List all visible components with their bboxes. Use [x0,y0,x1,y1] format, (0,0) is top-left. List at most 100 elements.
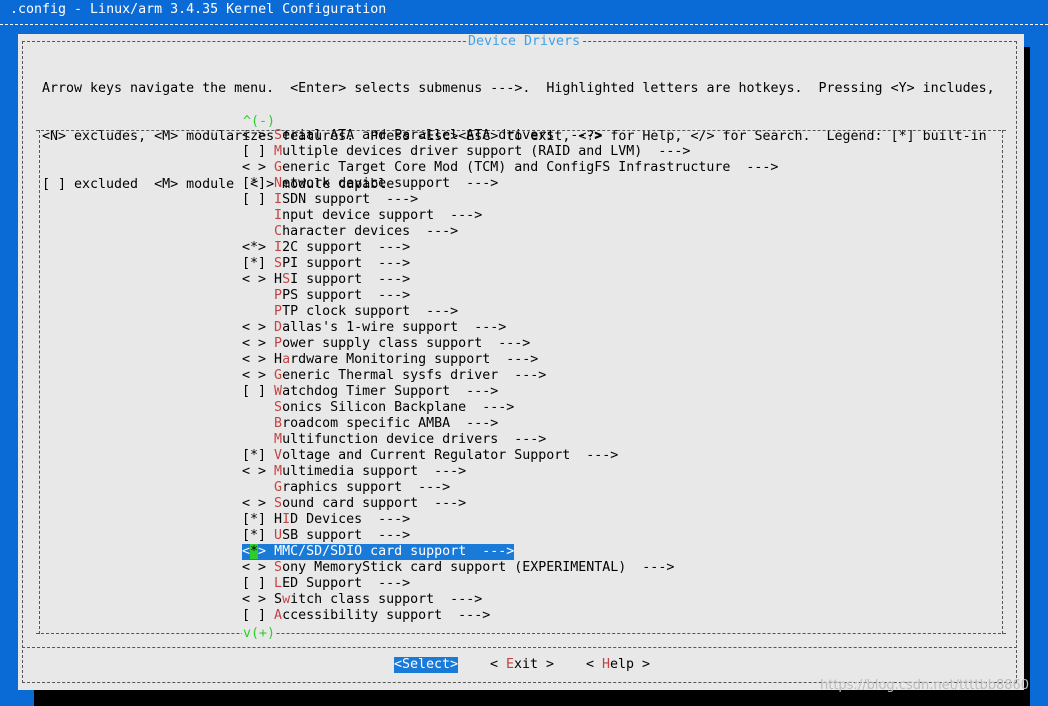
menu-item[interactable]: Input device support ---> [242,208,778,224]
menu-item[interactable]: [*] HID Devices ---> [242,512,778,528]
menu-item[interactable]: < > Generic Thermal sysfs driver ---> [242,368,778,384]
menu-item-hotkey: a [282,352,291,367]
menu-item-label: eneric Thermal sysfs driver ---> [282,368,547,383]
title-divider [0,24,1048,25]
select-button[interactable]: <Select> [394,657,459,673]
menu-item[interactable]: PPS support ---> [242,288,778,304]
menu-item[interactable]: PTP clock support ---> [242,304,778,320]
menu-item[interactable]: < > Sound card support ---> [242,496,778,512]
menu-item-hotkey: I [274,208,283,223]
button-label: xit > [514,657,555,672]
option-state-mark: [*] [242,176,267,191]
option-state-mark: < > [242,560,267,575]
option-state-mark: < > [242,320,267,335]
menu-item[interactable]: Graphics support ---> [242,480,778,496]
menu-item-hotkey: S [274,400,283,415]
option-state-mark: [ ] [242,144,267,159]
menu-item-hotkey: P [274,288,283,303]
menu-item-hotkey: M [274,544,283,559]
menu-item[interactable]: [*] USB support ---> [242,528,778,544]
menu-item[interactable]: < > Hardware Monitoring support ---> [242,352,778,368]
menu-item-hotkey: I [282,512,291,527]
menu-item-label: itch class support ---> [290,592,483,607]
button-hotkey: E [506,657,515,672]
menu-item-hotkey: S [274,496,283,511]
scroll-down-indicator[interactable]: v(+) [242,626,277,642]
menu-item-label: etwork device support ---> [282,176,499,191]
menu-item[interactable]: < > Generic Target Core Mod (TCM) and Co… [242,160,778,176]
option-state-mark: [*] [242,528,267,543]
option-state-mark: < > [242,352,267,367]
option-state-mark [242,304,266,319]
button-hotkey: H [602,657,611,672]
menu-item[interactable]: < > Switch class support ---> [242,592,778,608]
menu-item-label: atchdog Timer Support ---> [282,384,499,399]
menu-item-label: eneric Target Core Mod (TCM) and ConfigF… [282,160,779,175]
menu-item-label: nput device support ---> [282,208,483,223]
menu-item[interactable]: < > Power supply class support ---> [242,336,778,352]
menu-item[interactable]: Character devices ---> [242,224,778,240]
menu-item[interactable]: [ ] Watchdog Timer Support ---> [242,384,778,400]
menu-item[interactable]: Broadcom specific AMBA ---> [242,416,778,432]
menu-item[interactable]: [*] Voltage and Current Regulator Suppor… [242,448,778,464]
menu-item-label-prefix: S [274,592,283,607]
menu-item[interactable]: < > Serial ATA and Parallel ATA drivers … [242,128,778,144]
exit-button[interactable]: < Exit > [490,657,554,673]
menu-item-label-prefix: H [274,352,283,367]
menu-item-label: ultimedia support ---> [282,464,467,479]
menu-item[interactable]: < > HSI support ---> [242,272,778,288]
menu-item[interactable]: < > Sony MemoryStick card support (EXPER… [242,560,778,576]
menu-item-hotkey: S [282,272,291,287]
option-state-mark [242,224,266,239]
menu-item[interactable]: [*] Network device support ---> [242,176,778,192]
menu-item-label: roadcom specific AMBA ---> [282,416,499,431]
help-line: Arrow keys navigate the menu. <Enter> se… [42,81,995,96]
menu-item[interactable]: <*> I2C support ---> [242,240,778,256]
menu-item[interactable]: [ ] ISDN support ---> [242,192,778,208]
dialog-title: Device Drivers [466,34,583,50]
menu-item-hotkey: S [274,256,283,271]
menu-item-label: ED Support ---> [282,576,411,591]
menu-item[interactable]: [ ] Accessibility support ---> [242,608,778,624]
button-bracket: < [490,657,507,672]
menu-bottom-border [36,633,1006,634]
menu-item-hotkey: P [274,304,283,319]
menu-item-label: rdware Monitoring support ---> [290,352,539,367]
button-bar: <Select> < Exit > < Help > [18,646,1024,682]
menu-item-hotkey: w [282,592,291,607]
menu-item-label: TP clock support ---> [282,304,459,319]
menu-item-label: I support ---> [290,272,411,287]
menu-item-label: raphics support ---> [282,480,451,495]
menu-item[interactable]: < > Multimedia support ---> [242,464,778,480]
menu-item-label-prefix: H [274,272,283,287]
option-state-mark [242,416,266,431]
option-state-mark: < > [242,592,267,607]
menu-item-label: ultifunction device drivers ---> [282,432,547,447]
window-title: .config - Linux/arm 3.4.35 Kernel Config… [10,2,387,17]
help-button[interactable]: < Help > [586,657,650,673]
menu-item[interactable]: <*> MMC/SD/SDIO card support ---> [242,544,515,560]
menu-item[interactable]: < > Dallas's 1-wire support ---> [242,320,778,336]
menu-item[interactable]: [ ] LED Support ---> [242,576,778,592]
menu-item[interactable]: [*] SPI support ---> [242,256,778,272]
menu-item-label: ower supply class support ---> [282,336,531,351]
watermark: https://blog.csdn.net/ttttbb8860 [820,678,1030,693]
menu-item-label: PI support ---> [282,256,411,271]
menu-list: < > Serial ATA and Parallel ATA drivers … [242,128,778,624]
button-label: elect> [410,657,459,672]
option-state-mark [242,208,266,223]
menu-item[interactable]: Multifunction device drivers ---> [242,432,778,448]
option-state-mark [242,432,266,447]
option-state-mark: <*> [242,544,267,559]
menu-item[interactable]: Sonics Silicon Backplane ---> [242,400,778,416]
menu-item-hotkey: U [274,528,283,543]
menu-item-label: D Devices ---> [290,512,411,527]
button-label: elp > [610,657,651,672]
menu-item[interactable]: [ ] Multiple devices driver support (RAI… [242,144,778,160]
option-state-mark: < > [242,336,267,351]
menu-item-label: SB support ---> [282,528,411,543]
option-state-mark: [*] [242,256,267,271]
button-bracket: < [394,657,403,672]
menu-right-border [1002,130,1003,634]
menu-item-label: ound card support ---> [282,496,467,511]
